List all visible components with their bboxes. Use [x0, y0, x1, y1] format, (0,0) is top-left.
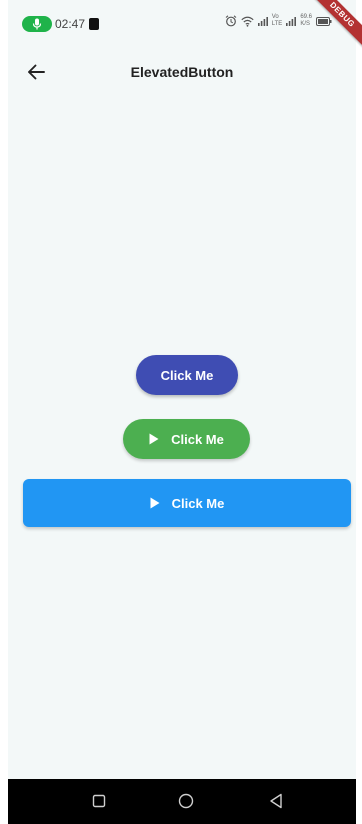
button-label: Click Me [160, 367, 214, 383]
left-edge [0, 0, 8, 824]
page-title: ElevatedButton [130, 64, 234, 80]
click-me-wide-button[interactable]: Click Me [23, 479, 351, 527]
click-me-icon-button[interactable]: Click Me [123, 419, 250, 459]
battery-icon [316, 16, 332, 26]
system-back-button[interactable] [267, 792, 285, 810]
status-time: 02:47 [55, 17, 86, 31]
home-button[interactable] [177, 792, 195, 810]
notification-icon [89, 18, 99, 30]
wifi-icon [241, 16, 254, 27]
signal-icon [257, 16, 268, 26]
button-label: Click Me [171, 431, 224, 447]
speed-value: 69.6 [300, 14, 312, 20]
status-icons: Vo LTE 69.6 K/S [225, 14, 332, 28]
play-icon [149, 433, 159, 445]
microphone-icon [32, 18, 42, 30]
network-type: Vo LTE [272, 14, 283, 28]
back-icon [270, 793, 282, 809]
speed-unit: K/S [300, 21, 310, 27]
right-edge [356, 0, 362, 824]
recent-apps-icon [92, 794, 106, 808]
alarm-icon [225, 15, 237, 27]
network-label-lte: LTE [271, 21, 283, 27]
home-icon [178, 793, 194, 809]
network-speed: 69.6 K/S [300, 14, 312, 28]
mic-indicator [22, 16, 52, 32]
screen: 02:47 Vo LTE 69.6 K/S DEBUG ElevatedButt… [0, 0, 362, 824]
button-label: Click Me [171, 495, 225, 511]
navigation-bar [8, 779, 356, 824]
play-icon [150, 497, 160, 509]
network-label-vo: Vo [271, 14, 279, 20]
app-bar: ElevatedButton [8, 46, 356, 98]
click-me-button[interactable]: Click Me [136, 355, 238, 395]
signal-icon-2 [286, 16, 297, 26]
status-bar: 02:47 Vo LTE 69.6 K/S DEBUG [0, 0, 362, 52]
recent-apps-button[interactable] [90, 792, 108, 810]
